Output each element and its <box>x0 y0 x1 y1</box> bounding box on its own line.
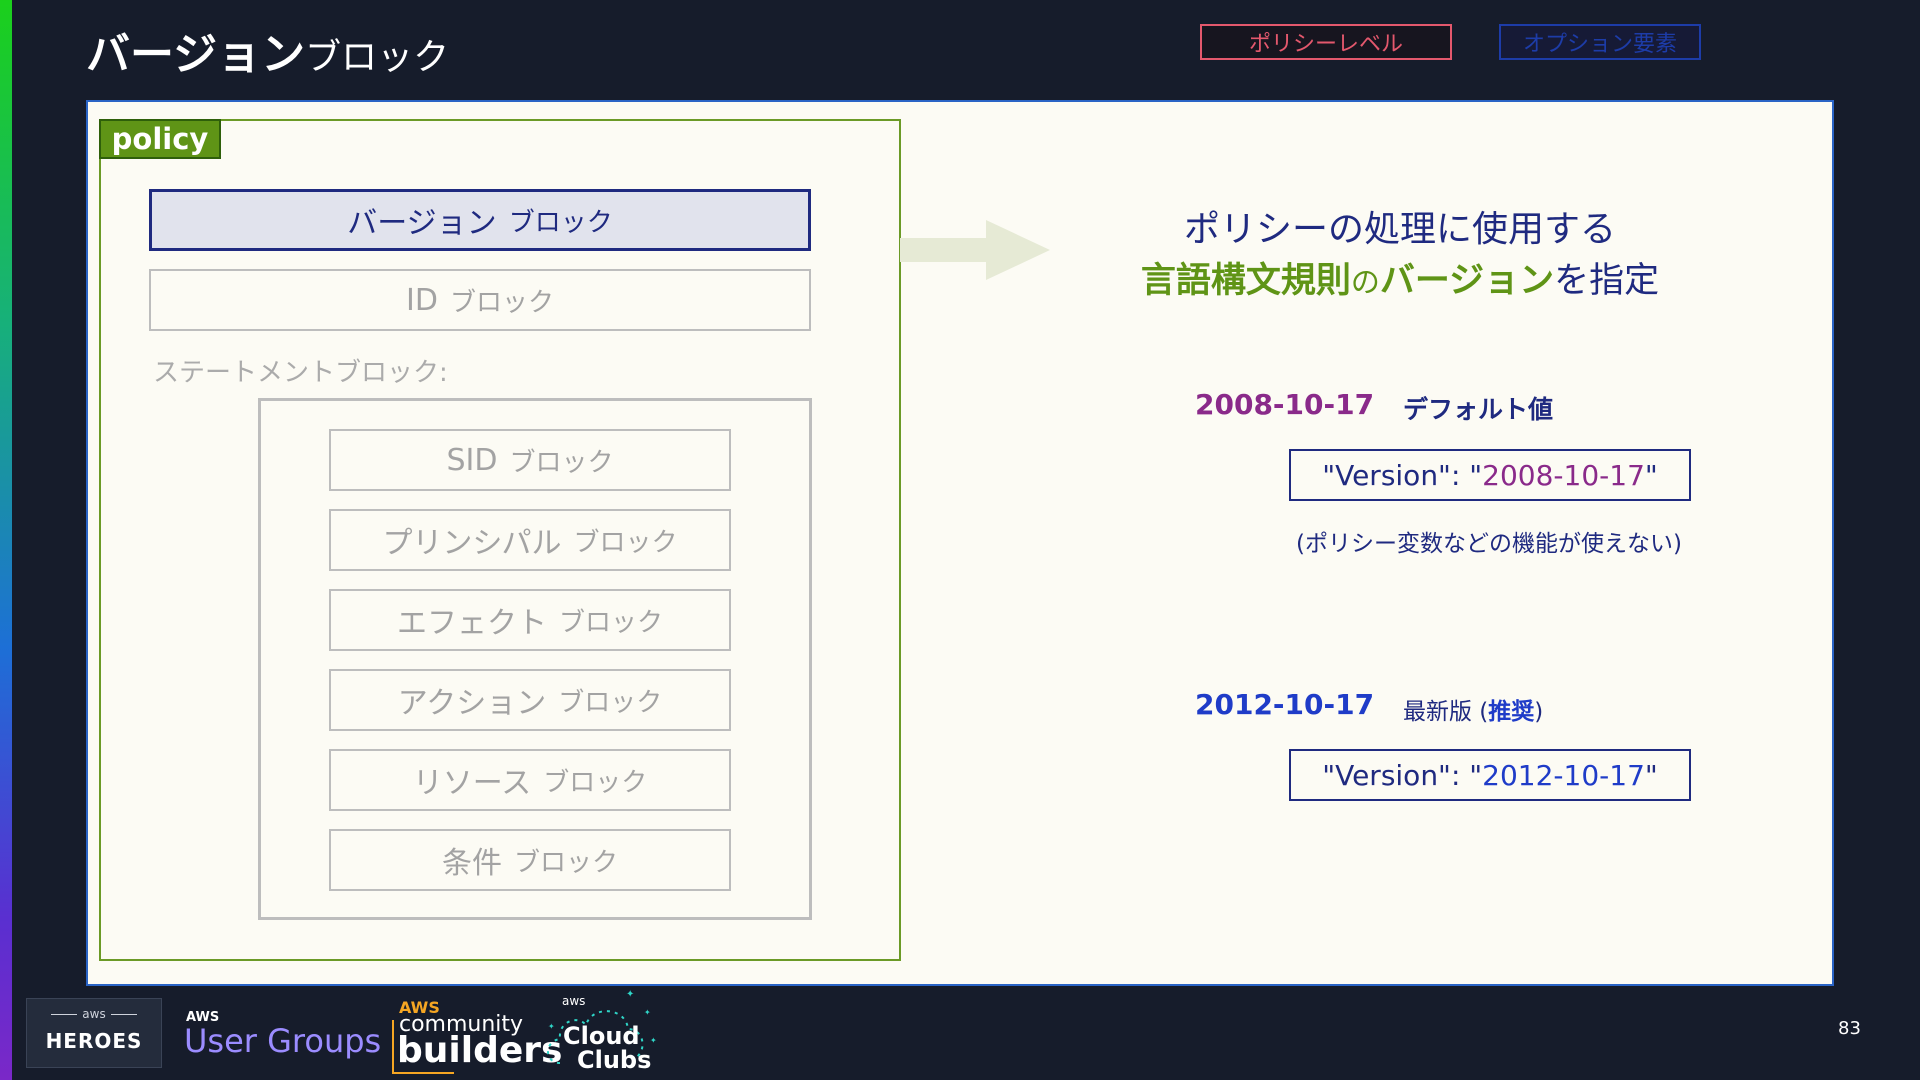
version-block-main: バージョン <box>347 206 497 241</box>
svg-text:✦: ✦ <box>626 989 634 1000</box>
slide-title-normal: ブロック <box>305 37 450 78</box>
resource-block-sub: ブロック <box>543 767 648 798</box>
policy-label: policy <box>99 119 221 159</box>
description-line1: ポリシーの処理に使用する <box>1183 209 1616 250</box>
sid-block: SID ブロック <box>329 429 731 491</box>
version-2012-date: 2012-10-17 <box>1195 688 1375 721</box>
description-syntax-rules: 言語構文規則 <box>1140 261 1351 301</box>
tag-option-elements: オプション要素 <box>1499 24 1701 60</box>
condition-block-main: 条件 <box>441 846 502 881</box>
version-2008-default-note: デフォルト値 <box>1403 395 1554 424</box>
version-block-sub: ブロック <box>508 207 613 238</box>
effect-block: エフェクト ブロック <box>329 589 731 651</box>
slide-title-bold: バージョン <box>86 29 306 80</box>
description-no: の <box>1350 265 1380 299</box>
version-2012-latest-note: 最新版 (推奨) <box>1403 692 1543 726</box>
cloud-clubs-line1: Cloud <box>563 1022 640 1050</box>
arrow-right-icon <box>900 220 1050 280</box>
page-number: 83 <box>1838 1018 1861 1039</box>
heroes-text: HEROES <box>45 1029 143 1053</box>
action-block: アクション ブロック <box>329 669 731 731</box>
version-2008-code: "Version": " 2008-10-17 " <box>1289 449 1691 501</box>
cb-builders-text: builders <box>397 1030 563 1071</box>
version-2012-note-a: 最新版 ( <box>1403 699 1489 725</box>
version-2012-recommended: 推奨 <box>1488 699 1535 725</box>
principal-block-main: プリンシパル <box>382 526 562 561</box>
version-block: バージョン ブロック <box>149 189 811 251</box>
cb-rule <box>392 1020 394 1074</box>
effect-block-main: エフェクト <box>396 606 547 641</box>
statement-block-label: ステートメントブロック: <box>153 358 448 388</box>
svg-text:✦: ✦ <box>548 1022 555 1031</box>
cloud-clubs-line2: Clubs <box>577 1046 652 1074</box>
version-2008-code-end: " <box>1644 458 1658 492</box>
effect-block-sub: ブロック <box>558 607 663 638</box>
version-2012-code-value: 2012-10-17 <box>1482 758 1645 792</box>
condition-block: 条件 ブロック <box>329 829 731 891</box>
version-2008-caveat: (ポリシー変数などの機能が使えない) <box>1296 531 1682 557</box>
version-2012-code-end: " <box>1644 758 1658 792</box>
version-2008-code-key: "Version": " <box>1322 458 1483 492</box>
tag-policy-level: ポリシーレベル <box>1200 24 1452 60</box>
condition-block-sub: ブロック <box>513 847 618 878</box>
version-2012-code: "Version": " 2012-10-17 " <box>1289 749 1691 801</box>
cloud-clubs-text: Cloud Clubs <box>563 1024 651 1072</box>
cb-underline <box>392 1072 454 1074</box>
id-block-main: ID <box>406 282 438 318</box>
version-2008-date: 2008-10-17 <box>1195 388 1375 421</box>
sid-block-main: SID <box>446 442 498 478</box>
id-block: ID ブロック <box>149 269 811 331</box>
version-2012-note-c: ) <box>1534 699 1544 725</box>
principal-block-sub: ブロック <box>573 527 678 558</box>
side-gradient-stripe <box>0 0 12 1080</box>
resource-block: リソース ブロック <box>329 749 731 811</box>
svg-text:✦: ✦ <box>644 1008 651 1017</box>
version-2008-code-value: 2008-10-17 <box>1482 458 1645 492</box>
aws-heroes-logo: aws HEROES <box>26 998 162 1068</box>
action-block-main: アクション <box>397 686 547 721</box>
description-line2: 言語構文規則のバージョンを指定 <box>1090 252 1710 303</box>
description-specify: を指定 <box>1554 261 1660 301</box>
id-block-sub: ブロック <box>449 287 554 318</box>
principal-block: プリンシパル ブロック <box>329 509 731 571</box>
resource-block-main: リソース <box>412 766 532 801</box>
user-groups-logo: User Groups <box>184 1022 382 1060</box>
action-block-sub: ブロック <box>558 687 663 718</box>
sid-block-sub: ブロック <box>509 447 614 478</box>
heroes-aws-text: aws <box>27 1007 161 1021</box>
version-2012-code-key: "Version": " <box>1322 758 1483 792</box>
cloud-clubs-aws-text: aws <box>562 994 586 1008</box>
slide-title: バージョンブロック <box>86 18 449 82</box>
description-version: バージョン <box>1379 261 1555 301</box>
